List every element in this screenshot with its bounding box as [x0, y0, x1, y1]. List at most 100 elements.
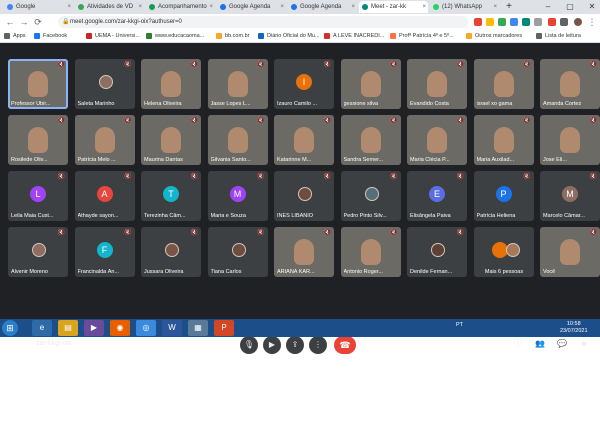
close-tab-icon[interactable]: ×: [138, 1, 142, 13]
browser-tab[interactable]: Acompanhamento ×: [146, 1, 215, 13]
bookmark-item[interactable]: bb.com.br: [216, 30, 249, 42]
profile-avatar[interactable]: [574, 18, 582, 26]
start-button[interactable]: ⊞: [2, 320, 18, 336]
bookmark-item[interactable]: www.educacaoma...: [146, 30, 204, 42]
bookmark-item[interactable]: Lista de leitura: [536, 30, 581, 42]
participant-tile[interactable]: 🔇 israel xo gama: [473, 59, 534, 109]
participant-tile[interactable]: 🔇 gessione silva: [340, 59, 401, 109]
info-icon[interactable]: ⓘ: [512, 338, 524, 350]
participant-tile[interactable]: 🔇 Maria Clécia P...: [407, 115, 467, 165]
bookmark-item[interactable]: UEMA - Universi...: [86, 30, 140, 42]
participant-tile[interactable]: 🔇 Evandido Costa: [407, 59, 467, 109]
word-icon[interactable]: W: [162, 320, 182, 336]
participant-tile[interactable]: M 🔇 Marcelo Câmar...: [540, 171, 600, 221]
extension-icon[interactable]: [510, 18, 518, 26]
participant-tile[interactable]: 🔇 Rosilede Oliv...: [8, 115, 68, 165]
participant-name: Athayde sayon...: [77, 213, 119, 219]
bookmark-item[interactable]: Apps: [4, 30, 26, 42]
puzzle-icon[interactable]: [560, 18, 568, 26]
microphone-icon[interactable]: 🎙: [240, 336, 258, 354]
close-tab-icon[interactable]: ×: [280, 1, 284, 13]
participant-tile[interactable]: 🔇 Saleta Marinho: [74, 59, 135, 109]
participant-tile[interactable]: 🔇 Jasse Lopes L...: [207, 59, 268, 109]
bookmark-item[interactable]: Profª Patrícia 4º e 5º...: [390, 30, 454, 42]
muted-mic-icon: 🔇: [323, 174, 331, 180]
firefox-icon[interactable]: ◉: [110, 320, 130, 336]
activities-icon[interactable]: ◈: [578, 338, 590, 350]
extension-icon[interactable]: [548, 18, 556, 26]
menu-kebab-icon[interactable]: ⋮: [586, 16, 598, 28]
extension-icon[interactable]: [534, 18, 542, 26]
forward-icon[interactable]: →: [18, 16, 30, 28]
participant-tile[interactable]: 🔇 Patrícia Melo ...: [74, 115, 135, 165]
participant-tile[interactable]: 🔇 ARIANA KAR...: [274, 227, 334, 277]
participant-tile[interactable]: A 🔇 Athayde sayon...: [74, 171, 135, 221]
participant-tile[interactable]: 🔇 Maria Auxilad...: [473, 115, 534, 165]
participant-tile[interactable]: 🔇 Jussara Oliveira: [141, 227, 201, 277]
participant-tile[interactable]: F 🔇 Francinalda Ân...: [74, 227, 135, 277]
bookmark-item[interactable]: Facebook: [34, 30, 67, 42]
minimize-button[interactable]: –: [540, 0, 556, 14]
participant-tile[interactable]: 🔇 Professor Ubir...: [8, 59, 68, 109]
bookmark-item[interactable]: A LEVE INACREDI...: [324, 30, 384, 42]
more-participants-tile[interactable]: Mais 6 pessoas: [473, 227, 534, 277]
participant-tile[interactable]: T 🔇 Terezinha Câm...: [141, 171, 201, 221]
participant-tile[interactable]: 🔇 Helena Oliveira: [141, 59, 201, 109]
powerpoint-icon[interactable]: P: [214, 320, 234, 336]
participant-tile[interactable]: 🔇 Katarinne M...: [274, 115, 334, 165]
extension-icon[interactable]: [486, 18, 494, 26]
participant-tile[interactable]: P 🔇 Patrícia Heliena: [473, 171, 534, 221]
ie-icon[interactable]: e: [32, 320, 52, 336]
close-window-button[interactable]: ✕: [584, 0, 600, 14]
browser-tab[interactable]: Google Agenda ×: [217, 1, 286, 13]
bookmark-item[interactable]: Diário Oficial do Mu...: [258, 30, 320, 42]
bookmark-item[interactable]: Outros marcadores: [466, 30, 522, 42]
participant-tile[interactable]: 🔇 INÊS LIBANIO: [274, 171, 334, 221]
maximize-button[interactable]: ▢: [562, 0, 578, 14]
close-tab-icon[interactable]: ×: [493, 1, 497, 13]
app-icon[interactable]: ▦: [188, 320, 208, 336]
people-icon[interactable]: 👥: [534, 338, 546, 350]
more-options-icon[interactable]: ⋮: [309, 336, 327, 354]
participant-tile[interactable]: 🔇 Tiana Carlos: [207, 227, 268, 277]
new-tab-button[interactable]: +: [503, 1, 515, 13]
browser-tab[interactable]: (12) WhatsApp ×: [430, 1, 499, 13]
close-tab-icon[interactable]: ×: [67, 1, 71, 13]
reload-icon[interactable]: ⟳: [32, 16, 44, 28]
close-tab-icon[interactable]: ×: [209, 1, 213, 13]
participant-tile[interactable]: 🔇 Alvenir Moreno: [8, 227, 68, 277]
participant-tile[interactable]: 🔇 Amanda Cortez: [540, 59, 600, 109]
url-field[interactable]: 🔒 meet.google.com/zar-kkgi-oix?authuser=…: [58, 16, 468, 28]
participant-tile[interactable]: 🔇 Gilvania Santo...: [207, 115, 268, 165]
browser-tab[interactable]: Atividades de VD ×: [75, 1, 144, 13]
browser-tab[interactable]: Google Agenda ×: [288, 1, 357, 13]
participant-tile[interactable]: 🔇 Pedro Pinto Silv...: [340, 171, 401, 221]
participant-tile[interactable]: L 🔇 Leila Maia Cust...: [8, 171, 68, 221]
browser-tab[interactable]: Meet - zar-kk ×: [359, 1, 428, 13]
extension-icon[interactable]: [474, 18, 482, 26]
participant-tile[interactable]: 🔇 Jose Eli...: [540, 115, 600, 165]
end-call-button[interactable]: ☎: [334, 336, 356, 354]
browser-tab[interactable]: Google ×: [4, 1, 73, 13]
chrome-icon[interactable]: ◎: [136, 320, 156, 336]
media-player-icon[interactable]: ▶: [84, 320, 104, 336]
taskbar-clock[interactable]: 10:58 23/07/2021: [560, 321, 588, 335]
participant-tile[interactable]: 🔇 Antonio Roger...: [340, 227, 401, 277]
extension-icon[interactable]: [522, 18, 530, 26]
file-explorer-icon[interactable]: ▤: [58, 320, 78, 336]
participant-tile[interactable]: 🔇 Você: [540, 227, 600, 277]
participant-tile[interactable]: 🔇 Denilde Fernan...: [407, 227, 467, 277]
participant-tile[interactable]: E 🔇 Elisângela Paiva: [407, 171, 467, 221]
participant-tile[interactable]: 🔇 Maurina Dantas: [141, 115, 201, 165]
present-screen-icon[interactable]: ⇪: [286, 336, 304, 354]
camera-icon[interactable]: ▶: [263, 336, 281, 354]
participant-tile[interactable]: 🔇 Sandra Semer...: [340, 115, 401, 165]
close-tab-icon[interactable]: ×: [351, 1, 355, 13]
close-tab-icon[interactable]: ×: [422, 1, 426, 13]
participant-tile[interactable]: I 🔇 Izauro Camilo ...: [274, 59, 334, 109]
extension-icon[interactable]: [498, 18, 506, 26]
back-icon[interactable]: ←: [4, 16, 16, 28]
chat-icon[interactable]: 💬: [556, 338, 568, 350]
participant-tile[interactable]: M 🔇 Maria e Souza: [207, 171, 268, 221]
system-tray[interactable]: PT: [456, 322, 463, 328]
